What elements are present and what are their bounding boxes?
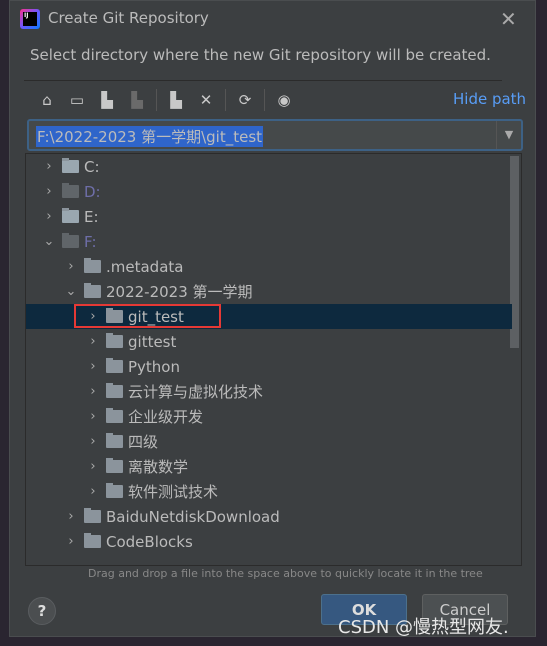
chevron-right-icon[interactable]: › [86,484,100,499]
drive-icon [62,158,79,173]
csdn-watermark: CSDN @慢热型网友. [338,617,509,638]
tree-row[interactable]: › gittest [26,329,512,354]
chevron-right-icon[interactable]: › [86,409,100,424]
tree-row[interactable]: › C: [26,154,512,179]
tree-row-label: gittest [128,332,177,351]
chevron-right-icon[interactable]: › [64,534,78,549]
delete-icon[interactable]: ✕ [191,91,221,109]
home-icon[interactable]: ⌂ [32,91,62,109]
folder-icon [106,333,123,348]
chevron-down-icon[interactable]: ▼ [496,121,521,149]
folder-icon [106,358,123,373]
drive-icon [62,233,79,248]
chevron-down-icon[interactable]: ⌄ [64,284,78,299]
directory-tree[interactable]: › C: › D: › E: ⌄ F: › .metadata ⌄ 2022-2023 第一学期 › gi… [25,153,522,566]
refresh-icon[interactable]: ⟳ [230,91,260,109]
folder-icon [106,408,123,423]
tree-row[interactable]: › BaiduNetdiskDownload [26,504,512,529]
tree-row[interactable]: › .metadata [26,254,512,279]
tree-row-label: D: [84,182,101,201]
divider [24,80,502,81]
toolbar-separator [156,89,157,111]
show-hidden-icon[interactable]: ◉ [269,91,299,109]
tree-row-label: 四级 [128,433,159,451]
tree-row[interactable]: › 企业级开发 [26,404,512,429]
chevron-right-icon[interactable]: › [86,359,100,374]
tree-row[interactable]: › 软件测试技术 [26,479,512,504]
folder-icon [106,458,123,473]
drive-icon [62,183,79,198]
chevron-right-icon[interactable]: › [42,159,56,174]
intellij-logo-icon: IJ [20,9,40,29]
new-folder-icon[interactable]: ▙ [161,91,191,109]
drag-drop-hint: Drag and drop a file into the space abov… [88,567,483,580]
tree-row[interactable]: › Python [26,354,512,379]
folder-icon [106,433,123,448]
chevron-down-icon[interactable]: ⌄ [42,234,56,249]
tree-row[interactable]: ⌄ F: [26,229,512,254]
folder-icon [84,508,101,523]
tree-row-label: 离散数学 [128,458,189,476]
create-git-repository-dialog: IJ Create Git Repository ✕ Select direct… [9,0,536,637]
tree-row-label: E: [84,207,99,226]
chevron-right-icon[interactable]: › [42,209,56,224]
tree-row[interactable]: › 云计算与虚拟化技术 [26,379,512,404]
tree-row[interactable]: › CodeBlocks [26,529,512,554]
folder-icon [84,533,101,548]
dialog-description: Select directory where the new Git repos… [30,46,491,64]
path-combobox[interactable]: F:\2022-2023 第一学期\git_test ▼ [27,119,523,151]
chevron-right-icon[interactable]: › [64,509,78,524]
hide-path-link[interactable]: Hide path [453,90,526,108]
highlight-box [74,304,221,328]
tree-row-label: BaiduNetdiskDownload [106,507,280,526]
tree-row-label: Python [128,357,180,376]
toolbar-separator [264,89,265,111]
folder-icon [106,483,123,498]
chevron-right-icon[interactable]: › [86,459,100,474]
chevron-right-icon[interactable]: › [86,334,100,349]
tree-row[interactable]: › 离散数学 [26,454,512,479]
toolbar-separator [225,89,226,111]
folder-icon [84,283,101,298]
dialog-title: Create Git Repository [48,9,209,27]
close-icon[interactable]: ✕ [500,7,517,31]
chevron-right-icon[interactable]: › [86,384,100,399]
tree-row[interactable]: › E: [26,204,512,229]
tree-row-label: 云计算与虚拟化技术 [128,383,264,401]
tree-row[interactable]: › 四级 [26,429,512,454]
chevron-right-icon[interactable]: › [86,434,100,449]
toolbar: ⌂ ▭ ▙ ▙ ▙ ✕ ⟳ ◉ [32,87,299,113]
folder-icon [106,383,123,398]
tree-row[interactable]: ⌄ 2022-2023 第一学期 [26,279,512,304]
tree-row-label: .metadata [106,257,184,276]
tree-row-label: CodeBlocks [106,532,193,551]
tree-row[interactable]: › D: [26,179,512,204]
tree-row-label: 企业级开发 [128,408,204,426]
path-input[interactable]: F:\2022-2023 第一学期\git_test [36,126,264,147]
folder-icon [84,258,101,273]
tree-row-label: 软件测试技术 [128,483,219,501]
help-button[interactable]: ? [28,597,56,625]
chevron-right-icon[interactable]: › [42,184,56,199]
drive-icon [62,208,79,223]
tree-row-label: 2022-2023 第一学期 [106,283,253,301]
tree-row-label: F: [84,232,97,251]
chevron-right-icon[interactable]: › [64,259,78,274]
project-folder-icon[interactable]: ▙ [92,91,122,109]
tree-row-label: C: [84,157,100,176]
module-folder-icon[interactable]: ▙ [122,91,152,109]
desktop-icon[interactable]: ▭ [62,91,92,109]
